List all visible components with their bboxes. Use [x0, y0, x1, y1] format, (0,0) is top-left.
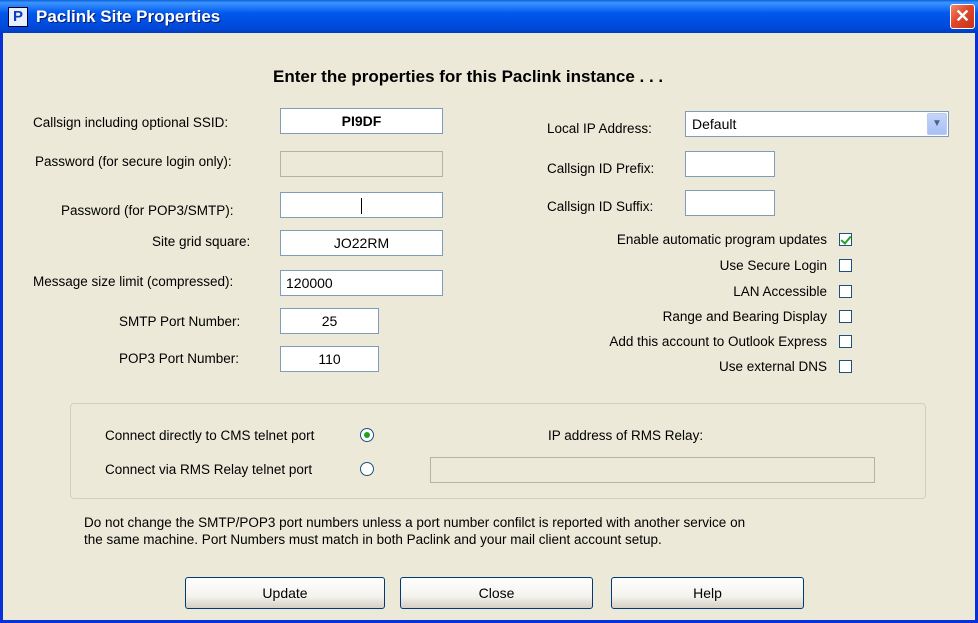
close-window-button[interactable]: ✕: [950, 4, 975, 29]
smtp-port-input[interactable]: 25: [280, 308, 379, 334]
relay-ip-input[interactable]: [430, 457, 875, 483]
text-cursor: [361, 198, 362, 215]
connection-group: [70, 403, 926, 499]
port-note-line1: Do not change the SMTP/POP3 port numbers…: [84, 515, 746, 530]
lan-accessible-checkbox[interactable]: [839, 285, 852, 298]
range-bearing-checkbox[interactable]: [839, 310, 852, 323]
callsign-input[interactable]: PI9DF: [280, 108, 443, 134]
secure-login-checkbox[interactable]: [839, 259, 852, 272]
local-ip-value: Default: [692, 116, 737, 132]
prefix-input[interactable]: [685, 151, 775, 177]
local-ip-select[interactable]: Default ▼: [685, 111, 949, 137]
close-button[interactable]: Close: [400, 577, 593, 609]
outlook-express-checkbox[interactable]: [839, 335, 852, 348]
prefix-label: Callsign ID Prefix:: [547, 161, 655, 176]
connect-direct-radio[interactable]: [360, 428, 374, 442]
range-bearing-label: Range and Bearing Display: [662, 309, 827, 324]
callsign-label: Callsign including optional SSID:: [33, 115, 229, 130]
window-title: Paclink Site Properties: [36, 7, 221, 26]
title-bar[interactable]: P Paclink Site Properties ✕: [0, 0, 978, 33]
form-heading: Enter the properties for this Paclink in…: [273, 67, 664, 86]
port-note-line2: the same machine. Port Numbers must matc…: [84, 532, 662, 547]
update-button[interactable]: Update: [185, 577, 385, 609]
external-dns-label: Use external DNS: [718, 359, 827, 374]
suffix-input[interactable]: [685, 190, 775, 216]
size-limit-input[interactable]: 120000: [280, 270, 443, 296]
pop3-port-input[interactable]: 110: [280, 346, 379, 372]
auto-updates-checkbox[interactable]: [839, 233, 852, 246]
outlook-express-label: Add this account to Outlook Express: [609, 334, 827, 349]
pop3-port-label: POP3 Port Number:: [119, 351, 240, 366]
password-pop3-label: Password (for POP3/SMTP):: [61, 203, 234, 218]
local-ip-label: Local IP Address:: [547, 121, 652, 136]
size-limit-label: Message size limit (compressed):: [33, 274, 234, 289]
password-pop3-input[interactable]: [280, 192, 443, 218]
connect-relay-radio[interactable]: [360, 462, 374, 476]
paclink-app-icon: P: [8, 7, 28, 27]
help-button[interactable]: Help: [611, 577, 804, 609]
dialog-window: P Paclink Site Properties ✕ Enter the pr…: [0, 0, 978, 623]
smtp-port-label: SMTP Port Number:: [119, 314, 241, 329]
connect-relay-label: Connect via RMS Relay telnet port: [105, 462, 313, 477]
grid-square-label: Site grid square:: [152, 234, 251, 249]
lan-accessible-label: LAN Accessible: [733, 284, 827, 299]
external-dns-checkbox[interactable]: [839, 360, 852, 373]
password-secure-input[interactable]: [280, 151, 443, 177]
password-secure-label: Password (for secure login only):: [35, 154, 232, 169]
connect-direct-label: Connect directly to CMS telnet port: [105, 428, 315, 443]
grid-square-input[interactable]: JO22RM: [280, 230, 443, 256]
auto-updates-label: Enable automatic program updates: [616, 232, 827, 247]
suffix-label: Callsign ID Suffix:: [547, 199, 654, 214]
relay-ip-label: IP address of RMS Relay:: [548, 428, 704, 443]
secure-login-label: Use Secure Login: [719, 258, 827, 273]
chevron-down-icon[interactable]: ▼: [927, 113, 947, 135]
